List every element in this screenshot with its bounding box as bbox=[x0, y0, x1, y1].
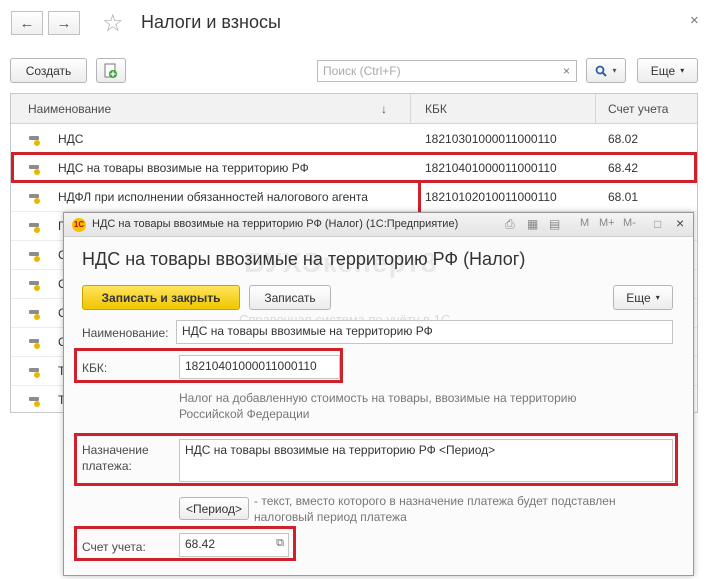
sort-arrow-icon[interactable]: ↓ bbox=[381, 102, 387, 116]
tax-item-icon bbox=[29, 308, 41, 320]
create-button-label: Создать bbox=[25, 63, 72, 78]
kbk-description: Налог на добавленную стоимость на товары… bbox=[179, 391, 577, 421]
back-button[interactable]: ← bbox=[11, 11, 43, 35]
row-account: 68.02 bbox=[608, 132, 639, 146]
print-icon[interactable]: ⎙ bbox=[505, 217, 515, 232]
save-and-close-button[interactable]: Записать и закрыть bbox=[82, 285, 240, 310]
row-name: НДС bbox=[58, 132, 84, 146]
dialog-window-title: НДС на товары ввозимые на территорию РФ … bbox=[92, 218, 459, 230]
row-kbk: 18210301000011000110 bbox=[425, 132, 557, 146]
tax-item-icon bbox=[29, 337, 41, 349]
search-placeholder: Поиск (Ctrl+F) bbox=[323, 64, 401, 78]
tax-item-icon bbox=[29, 192, 41, 204]
memory-subtract-icon[interactable]: M- bbox=[623, 217, 636, 229]
column-header-account[interactable]: Счет учета bbox=[608, 102, 668, 116]
column-divider[interactable] bbox=[410, 94, 411, 124]
add-copy-button[interactable] bbox=[96, 58, 126, 83]
period-description: - текст, вместо которого в назначение пл… bbox=[254, 494, 616, 524]
calendar-icon[interactable]: ▤ bbox=[549, 217, 560, 231]
highlight-connector bbox=[418, 183, 421, 213]
chevron-down-icon: ▾ bbox=[612, 66, 617, 75]
forward-button[interactable]: → bbox=[48, 11, 80, 35]
arrow-right-icon: → bbox=[56, 14, 72, 32]
tax-item-icon bbox=[29, 221, 41, 233]
table-header: Наименование ↓ КБК Счет учета bbox=[11, 94, 697, 124]
chevron-down-icon: ▾ bbox=[680, 66, 685, 75]
purpose-highlight-frame bbox=[74, 433, 678, 486]
arrow-left-icon: ← bbox=[19, 14, 35, 32]
table-row[interactable]: НДС 18210301000011000110 68.02 bbox=[11, 125, 697, 154]
search-icon bbox=[596, 65, 608, 77]
more-button[interactable]: Еще ▾ bbox=[613, 285, 673, 310]
create-button[interactable]: Создать bbox=[10, 58, 87, 83]
row-account: 68.01 bbox=[608, 190, 639, 204]
kbk-highlight-frame bbox=[74, 348, 343, 383]
name-label: Наименование: bbox=[82, 326, 169, 340]
save-and-close-label: Записать и закрыть bbox=[101, 290, 221, 305]
column-header-name[interactable]: Наименование bbox=[28, 102, 111, 116]
column-divider[interactable] bbox=[595, 94, 596, 124]
save-button[interactable]: Записать bbox=[249, 285, 331, 310]
period-button[interactable]: <Период> bbox=[179, 497, 249, 520]
row-name: НДФЛ при исполнении обязанностей налогов… bbox=[58, 190, 368, 204]
search-button[interactable]: ▾ bbox=[586, 58, 626, 83]
favorite-star-icon[interactable]: ☆ bbox=[102, 9, 124, 38]
more-button[interactable]: Еще ▾ bbox=[637, 58, 698, 83]
tax-item-icon bbox=[29, 395, 41, 407]
close-icon[interactable]: × bbox=[690, 12, 699, 29]
period-button-label: <Период> bbox=[185, 501, 243, 516]
more-button-label: Еще bbox=[650, 63, 676, 78]
dialog-titlebar: 1С НДС на товары ввозимые на территорию … bbox=[64, 213, 693, 237]
memory-icon[interactable]: M bbox=[580, 217, 589, 229]
table-row[interactable]: НДФЛ при исполнении обязанностей налогов… bbox=[11, 183, 697, 212]
tax-item-icon bbox=[29, 250, 41, 262]
tax-item-icon bbox=[29, 134, 41, 146]
tax-item-icon bbox=[29, 279, 41, 291]
close-icon[interactable]: × bbox=[676, 215, 684, 231]
memory-add-icon[interactable]: M+ bbox=[599, 217, 615, 229]
dialog-heading: НДС на товары ввозимые на территорию РФ … bbox=[82, 249, 526, 269]
calculator-icon[interactable]: ▦ bbox=[527, 217, 538, 231]
document-add-icon bbox=[104, 63, 117, 78]
tax-edit-dialog: 1С НДС на товары ввозимые на территорию … bbox=[63, 212, 694, 576]
clear-search-icon[interactable]: × bbox=[563, 64, 570, 78]
search-input[interactable]: Поиск (Ctrl+F) × bbox=[317, 60, 577, 82]
more-button-label: Еще bbox=[626, 290, 651, 305]
page-title: Налоги и взносы bbox=[141, 12, 281, 32]
row-highlight-frame bbox=[11, 152, 697, 183]
restore-window-icon[interactable]: □ bbox=[654, 217, 661, 231]
tax-item-icon bbox=[29, 366, 41, 378]
name-field[interactable]: НДС на товары ввозимые на территорию РФ bbox=[176, 320, 673, 344]
row-kbk: 18210102010011000110 bbox=[425, 190, 557, 204]
save-button-label: Записать bbox=[264, 290, 316, 305]
column-header-kbk[interactable]: КБК bbox=[425, 102, 447, 116]
chevron-down-icon: ▾ bbox=[655, 293, 660, 302]
1c-logo-icon: 1С bbox=[72, 218, 86, 232]
account-highlight-frame bbox=[74, 526, 296, 561]
